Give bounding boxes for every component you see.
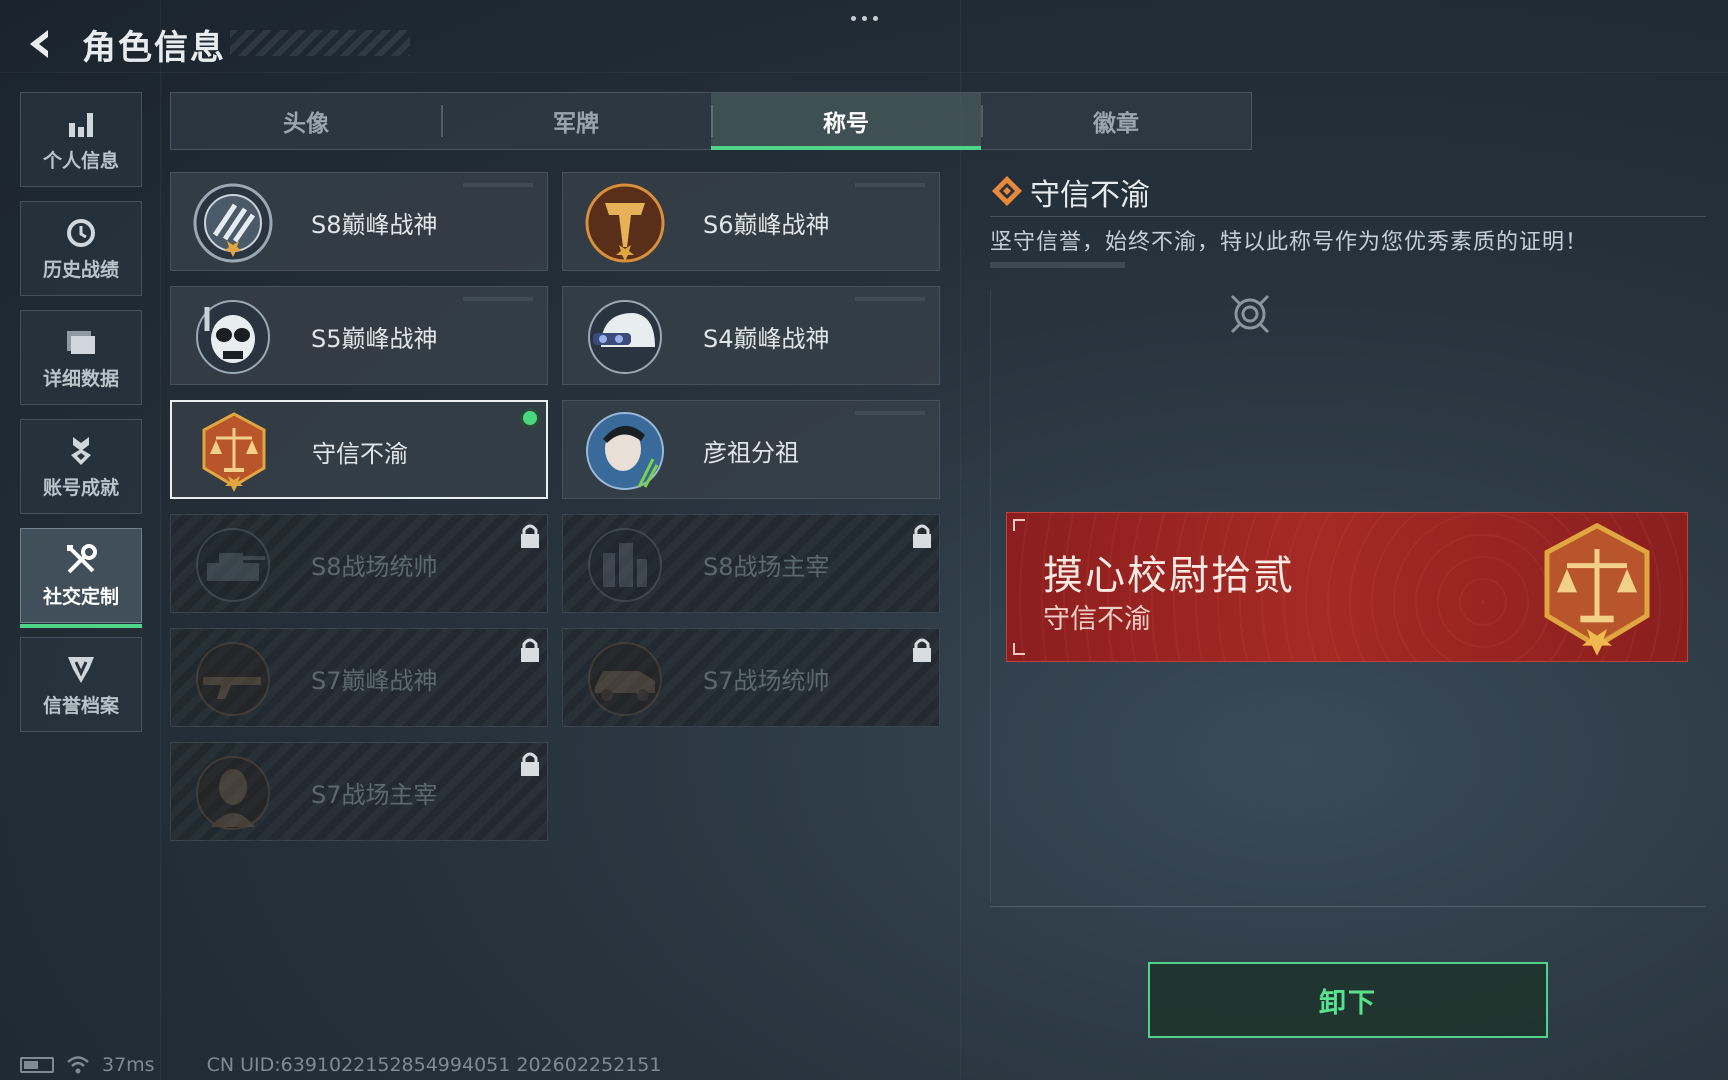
- lock-icon: [521, 524, 539, 548]
- title-card[interactable]: S6巅峰战神: [562, 172, 940, 271]
- sidebar-item-detail-data[interactable]: 详细数据: [20, 310, 142, 405]
- bottom-divider: [990, 906, 1706, 907]
- sidebar-item-label: 社交定制: [42, 586, 119, 608]
- title-card[interactable]: S8巅峰战神: [170, 172, 548, 271]
- sidebar-item-reputation[interactable]: 信誉档案: [20, 637, 142, 732]
- sidebar-item-achievements[interactable]: 账号成就: [20, 419, 142, 514]
- title-name: S7巅峰战神: [311, 667, 438, 695]
- equipped-indicator-icon: [520, 408, 540, 428]
- title-name: S7战场统帅: [703, 667, 830, 695]
- sidebar-item-social-custom[interactable]: 社交定制: [20, 528, 142, 628]
- sidebar-item-label: 历史战绩: [42, 259, 119, 281]
- uid-text: CN UID:6391022152854994051 202602252151: [206, 1054, 662, 1076]
- title-card-locked[interactable]: S7战场统帅: [562, 628, 940, 727]
- sidebar-item-label: 信誉档案: [42, 695, 119, 717]
- sidebar-item-label: 个人信息: [42, 150, 119, 172]
- title-preview-banner: 摸心校尉拾贰 守信不渝: [1006, 512, 1688, 662]
- lock-icon: [521, 638, 539, 662]
- wifi-icon: [67, 1056, 89, 1074]
- diamond-title-icon: [992, 176, 1022, 206]
- helmet-goggles-emblem: [588, 300, 662, 374]
- vehicle-emblem: [588, 642, 662, 716]
- banner-player-name: 摸心校尉拾贰: [1043, 553, 1295, 599]
- history-clock-icon: [67, 219, 95, 247]
- back-button[interactable]: [20, 24, 60, 64]
- title-card[interactable]: S4巅峰战神: [562, 286, 940, 385]
- achievement-medal-icon: [71, 437, 91, 465]
- lock-icon: [521, 752, 539, 776]
- lock-icon: [913, 524, 931, 548]
- category-tabs: 头像 军牌 称号 徽章: [170, 92, 1252, 150]
- portrait-emblem: [586, 412, 664, 490]
- banner-title-text: 守信不渝: [1043, 604, 1151, 635]
- sidebar: 个人信息 历史战绩 详细数据 账号成就 社交定制 信誉档案: [20, 92, 144, 746]
- title-card[interactable]: 彦祖分祖: [562, 400, 940, 499]
- gold-t-shield-emblem: [585, 183, 665, 263]
- back-arrow-icon: [30, 30, 48, 58]
- tab-badge[interactable]: 徽章: [981, 93, 1251, 149]
- title-name: S5巅峰战神: [311, 325, 438, 353]
- title-card-locked[interactable]: S7战场主宰: [170, 742, 548, 841]
- lock-icon: [913, 638, 931, 662]
- tools-wrench-icon: [67, 544, 97, 574]
- scales-badge-emblem: [202, 412, 266, 492]
- skull-snorkel-emblem: [196, 300, 270, 374]
- folder-icon: [67, 331, 95, 354]
- tank-emblem: [196, 528, 270, 602]
- sidebar-item-personal-info[interactable]: 个人信息: [20, 92, 142, 187]
- detail-sub-decoration: [990, 262, 1125, 268]
- status-bar: 37ms CN UID:6391022152854994051 20260225…: [20, 1054, 661, 1076]
- title-card[interactable]: S5巅峰战神: [170, 286, 548, 385]
- title-card-locked[interactable]: S8战场统帅: [170, 514, 548, 613]
- tab-dog-tag[interactable]: 军牌: [441, 93, 711, 149]
- page-title: 角色信息: [82, 28, 226, 68]
- title-name: S4巅峰战神: [703, 325, 830, 353]
- title-name: 彦祖分祖: [703, 439, 799, 467]
- battery-icon: [20, 1057, 54, 1073]
- detail-title: 守信不渝: [1030, 178, 1150, 213]
- unequip-button[interactable]: 卸下: [1148, 962, 1548, 1038]
- title-name: S8巅峰战神: [311, 211, 438, 239]
- title-card-selected[interactable]: 守信不渝: [170, 400, 548, 499]
- title-name: S7战场主宰: [311, 781, 438, 809]
- sidebar-item-history[interactable]: 历史战绩: [20, 201, 142, 296]
- target-icon: [1230, 294, 1270, 334]
- sidebar-item-label: 账号成就: [42, 477, 119, 499]
- title-name: S8战场主宰: [703, 553, 830, 581]
- bar-chart-icon: [69, 113, 93, 137]
- tab-title[interactable]: 称号: [711, 93, 981, 150]
- detail-description: 坚守信誉，始终不渝，特以此称号作为您优秀素质的证明！: [990, 230, 1589, 255]
- detail-divider: [990, 216, 1706, 217]
- more-dots-icon[interactable]: [846, 8, 882, 28]
- title-decoration: [230, 30, 410, 56]
- stripes-shield-emblem: [193, 183, 273, 263]
- title-name: S8战场统帅: [311, 553, 438, 581]
- title-name: S6巅峰战神: [703, 211, 830, 239]
- tab-avatar[interactable]: 头像: [171, 93, 441, 149]
- soldier-emblem: [196, 756, 270, 830]
- ping-text: 37ms: [102, 1054, 155, 1076]
- shield-v-icon: [68, 657, 94, 683]
- rifle-emblem: [196, 642, 270, 716]
- title-card-locked[interactable]: S7巅峰战神: [170, 628, 548, 727]
- title-name: 守信不渝: [312, 440, 408, 468]
- title-card-locked[interactable]: S8战场主宰: [562, 514, 940, 613]
- city-emblem: [588, 528, 662, 602]
- scales-badge-emblem: [1544, 522, 1650, 656]
- sidebar-item-label: 详细数据: [42, 368, 119, 390]
